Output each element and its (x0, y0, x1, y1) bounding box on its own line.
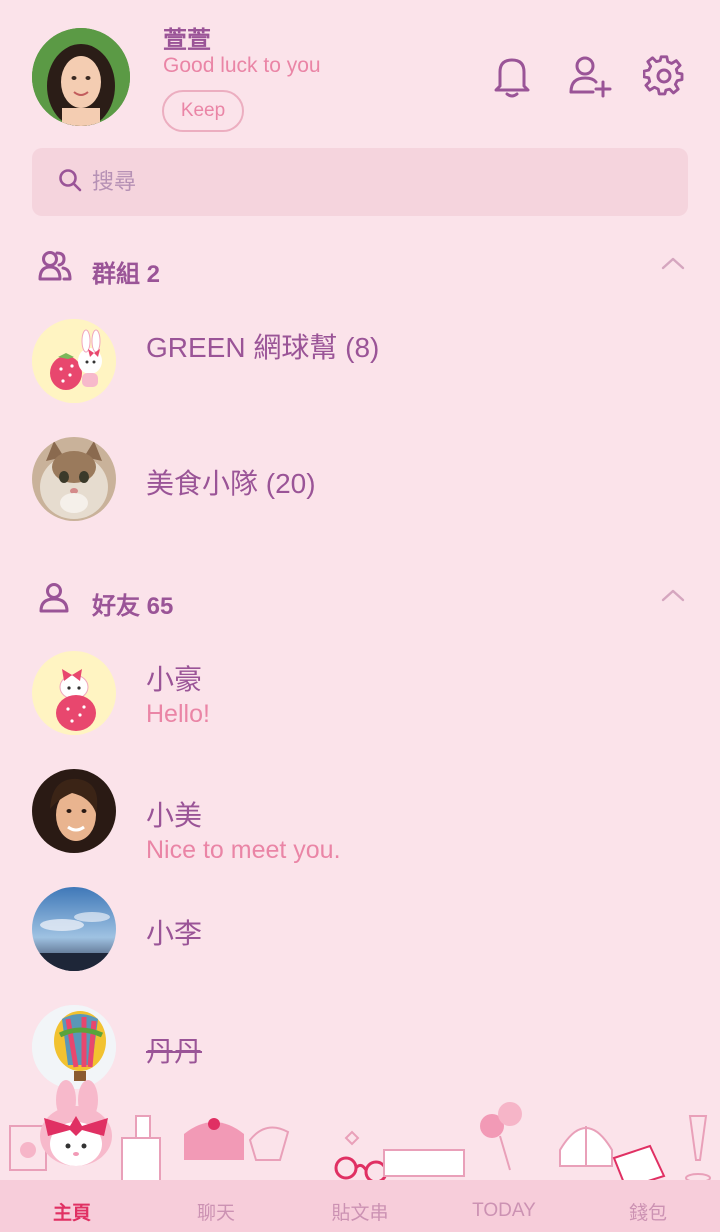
friend-avatar (32, 1005, 116, 1089)
tab-timeline[interactable]: 貼文串 (288, 1180, 432, 1232)
tab-today[interactable]: TODAY (432, 1180, 576, 1232)
search-bar[interactable] (32, 148, 688, 216)
list-item[interactable]: 小豪 Hello! (0, 638, 720, 748)
friend-status-message: Hello! (146, 700, 210, 728)
friend-name: 小美 (146, 800, 203, 831)
group-avatar (32, 437, 116, 521)
group-name: GREEN 網球幫 (8) (146, 332, 380, 363)
groups-section-header[interactable]: 群組 2 (0, 236, 720, 296)
chevron-up-icon[interactable] (660, 254, 686, 277)
search-input[interactable] (92, 169, 592, 195)
bell-icon[interactable] (488, 52, 536, 100)
person-icon (38, 582, 70, 619)
friends-section-header[interactable]: 好友 65 (0, 568, 720, 628)
search-icon (58, 168, 82, 197)
friend-name: 丹丹 (146, 1036, 203, 1067)
friend-avatar (32, 887, 116, 971)
theme-decoration (0, 1080, 720, 1191)
friend-avatar (32, 769, 116, 853)
tab-home[interactable]: 主頁 (0, 1180, 144, 1232)
list-item[interactable]: 美食小隊 (20) (0, 424, 720, 534)
profile-name: 萱萱 (163, 27, 211, 54)
chevron-up-icon[interactable] (660, 586, 686, 609)
group-avatar (32, 319, 116, 403)
profile-header: 萱萱 Good luck to you Keep (0, 0, 720, 140)
friend-name: 小李 (146, 918, 203, 949)
tab-wallet[interactable]: 錢包 (576, 1180, 720, 1232)
profile-avatar[interactable] (32, 28, 130, 126)
group-name: 美食小隊 (20) (146, 468, 316, 499)
friend-status-message: Nice to meet you. (146, 836, 341, 864)
keep-button[interactable]: Keep (162, 90, 244, 132)
gear-icon[interactable] (640, 52, 688, 100)
profile-status-message[interactable]: Good luck to you (163, 54, 321, 78)
bottom-tab-bar: 主頁 聊天 貼文串 TODAY 錢包 (0, 1180, 720, 1232)
friend-name: 小豪 (146, 664, 203, 695)
list-item[interactable]: 小美 Nice to meet you. (0, 756, 720, 866)
groups-section-label: 群組 2 (92, 261, 161, 288)
friends-section-label: 好友 65 (92, 593, 174, 620)
add-friend-icon[interactable] (566, 52, 614, 100)
list-item[interactable]: GREEN 網球幫 (8) (0, 306, 720, 416)
list-item[interactable]: 小李 (0, 874, 720, 984)
group-icon (38, 250, 72, 287)
friend-avatar (32, 651, 116, 735)
tab-chats[interactable]: 聊天 (144, 1180, 288, 1232)
